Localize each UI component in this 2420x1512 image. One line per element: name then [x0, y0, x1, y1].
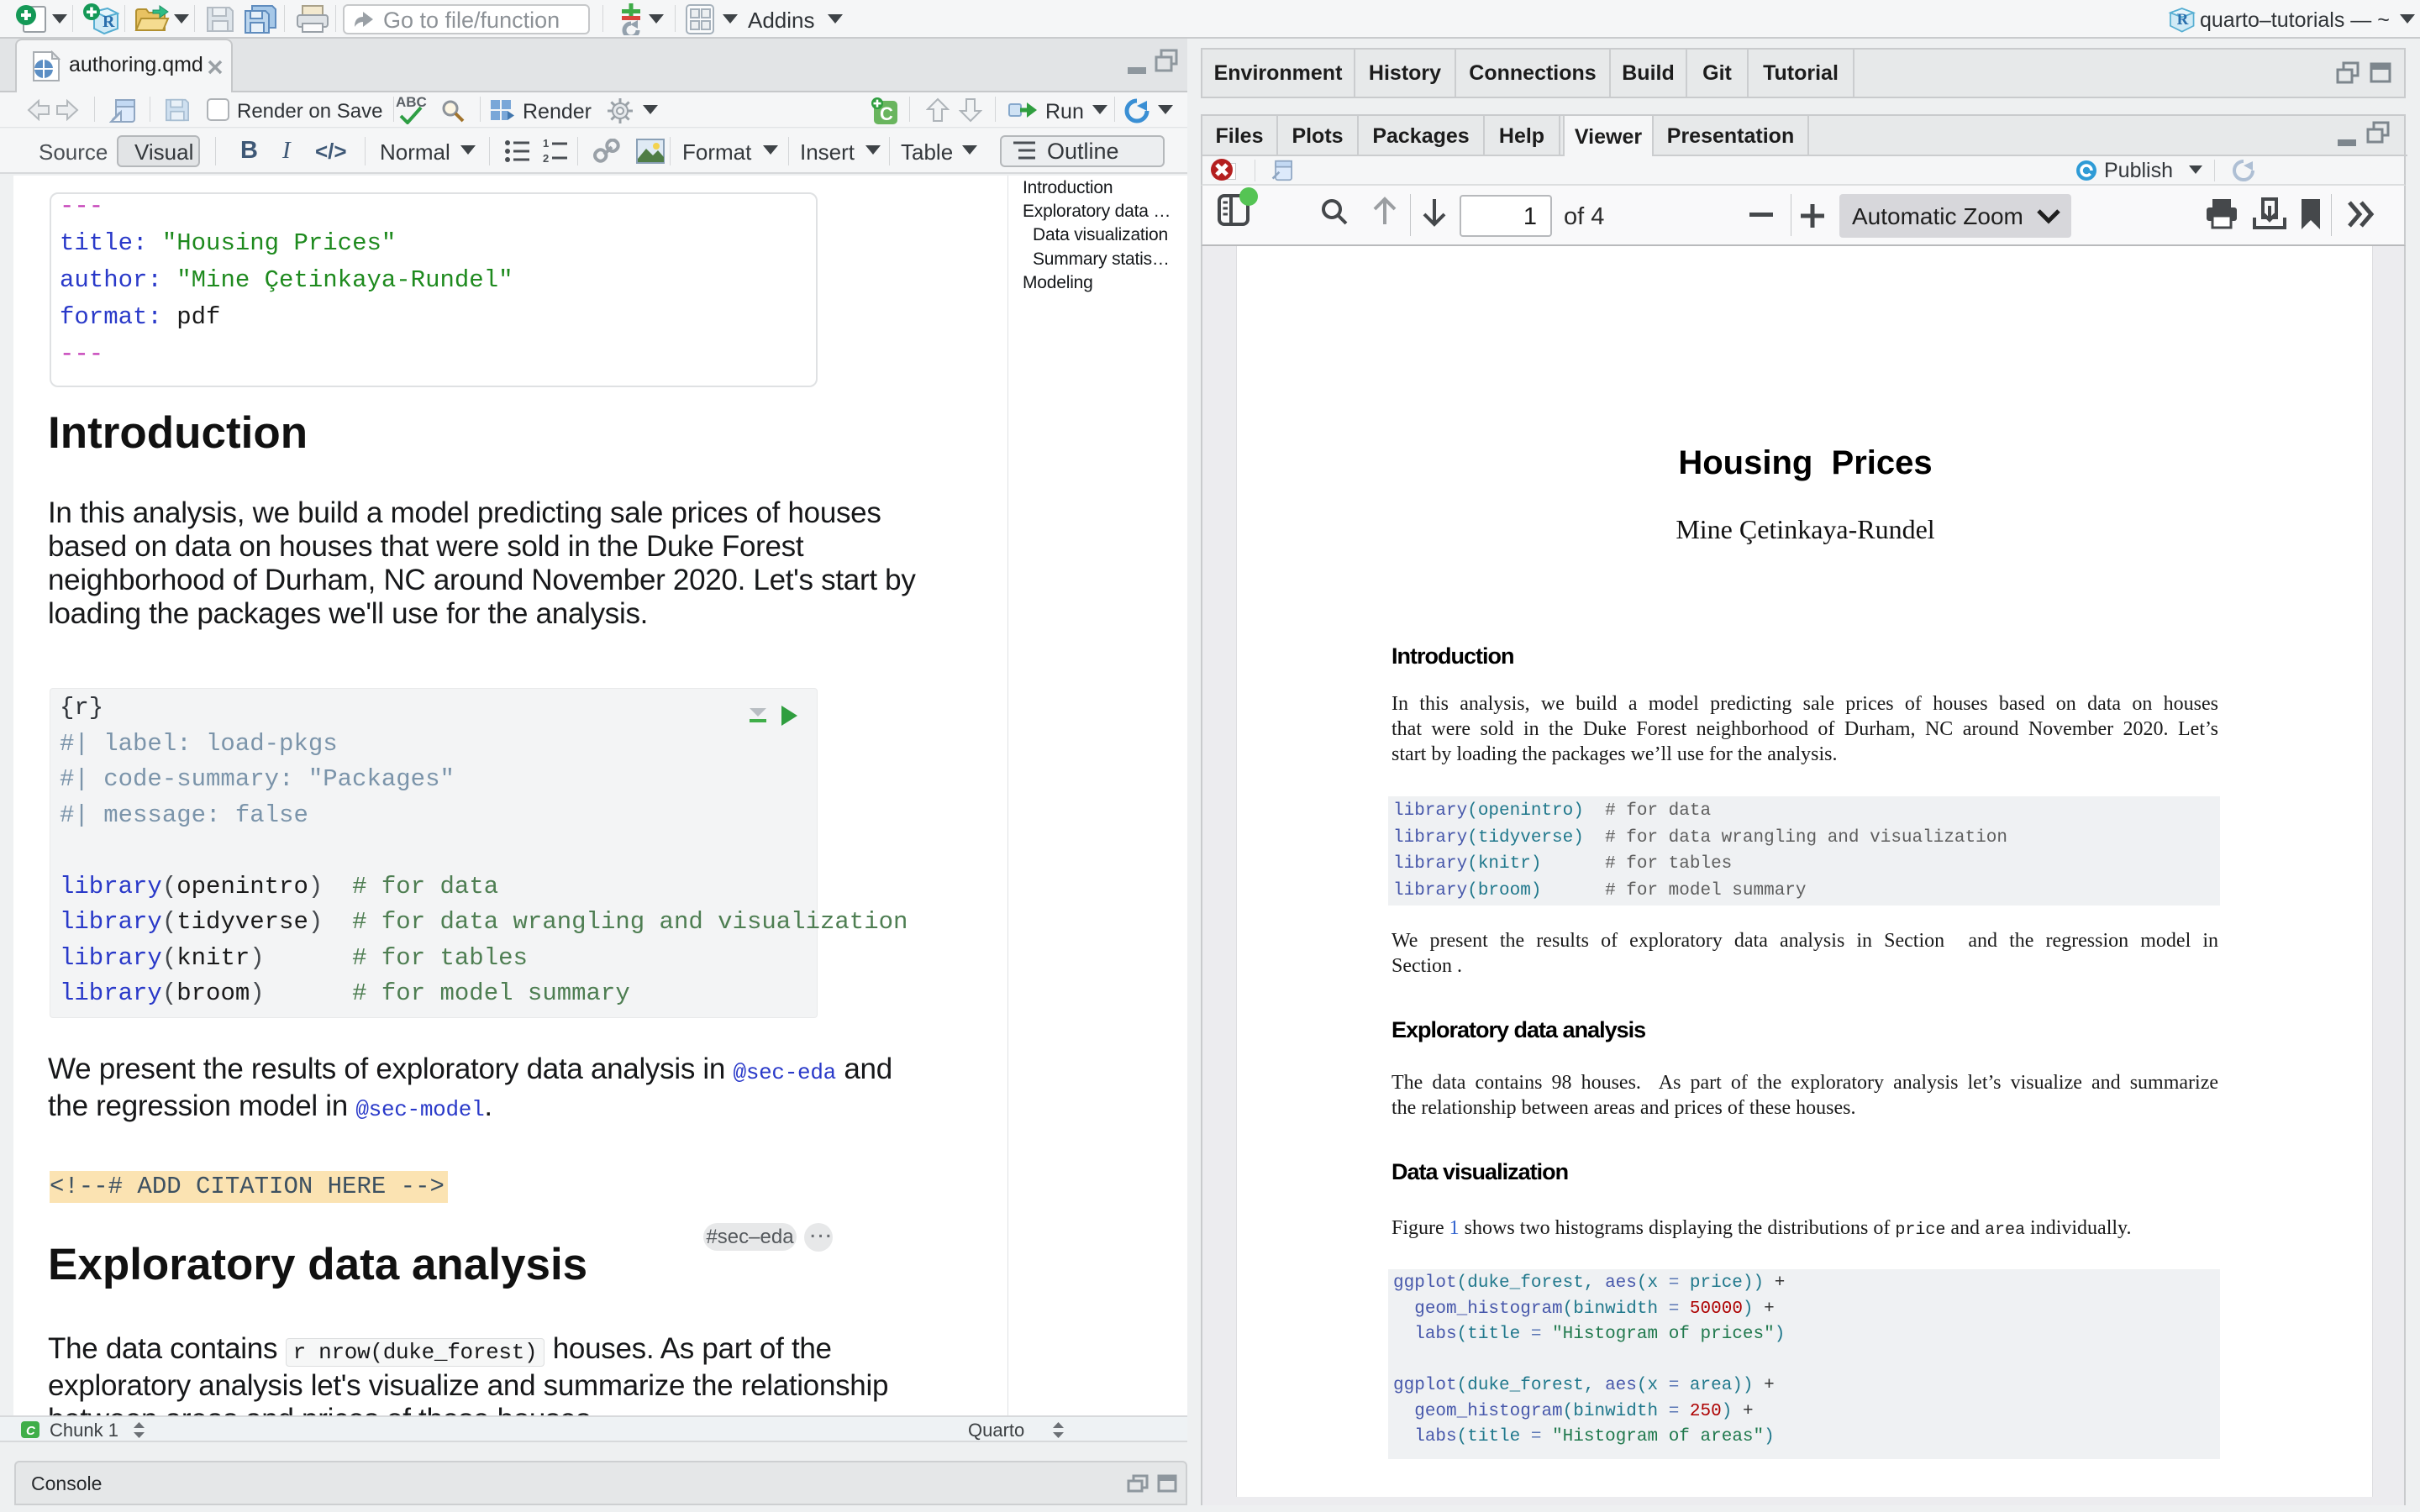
- svg-text:R: R: [2177, 11, 2189, 29]
- svg-text:1: 1: [543, 139, 549, 150]
- svg-text:2: 2: [543, 152, 549, 163]
- svg-text:R: R: [103, 13, 115, 31]
- svg-text:C: C: [26, 1424, 36, 1438]
